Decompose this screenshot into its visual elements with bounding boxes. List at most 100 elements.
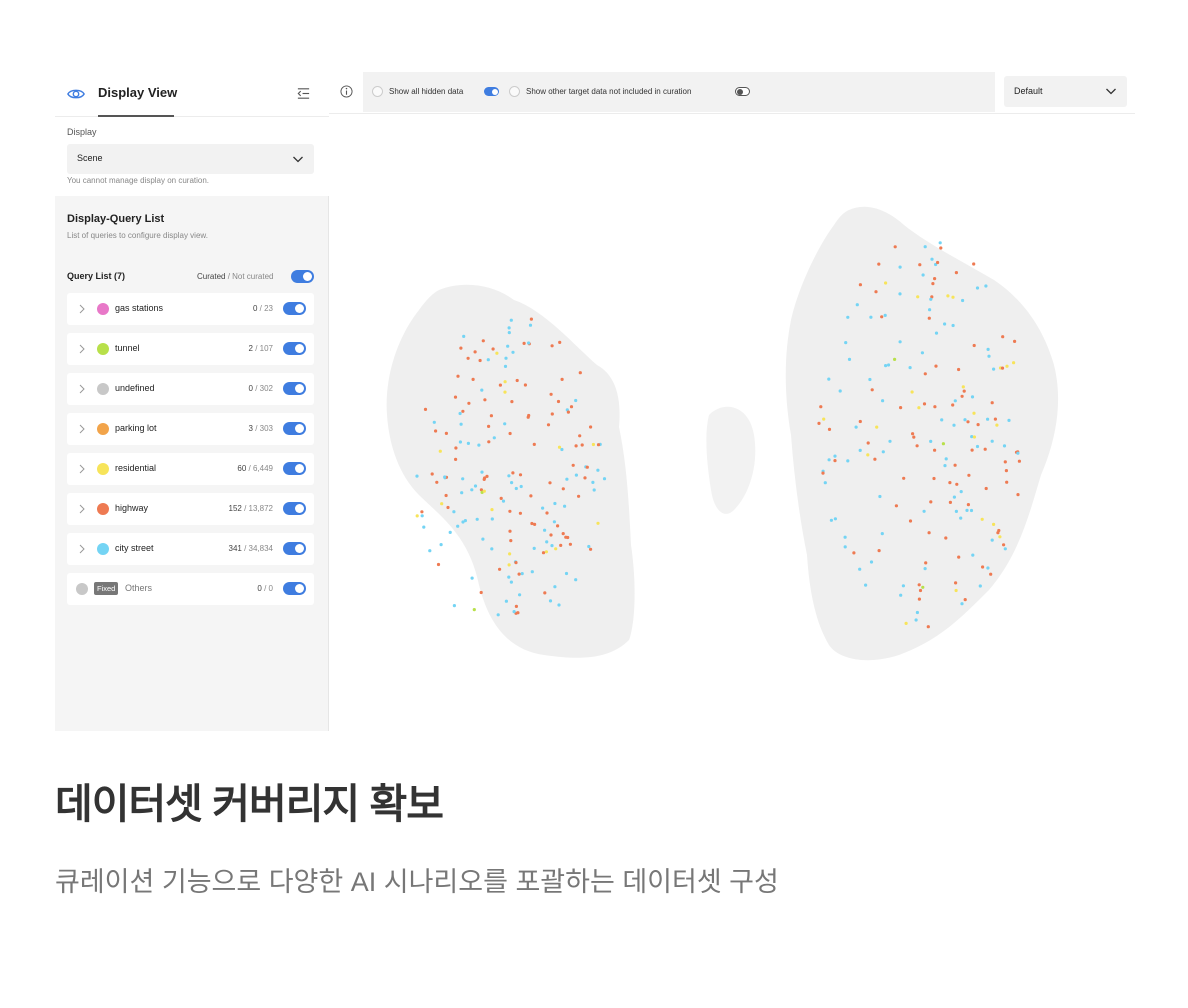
embedding-point[interactable]	[941, 442, 946, 446]
embedding-point[interactable]	[459, 346, 463, 350]
embedding-point[interactable]	[984, 486, 988, 491]
embedding-point[interactable]	[503, 390, 507, 394]
embedding-point[interactable]	[954, 588, 958, 593]
embedding-point[interactable]	[922, 509, 926, 513]
embedding-point[interactable]	[984, 284, 988, 288]
embedding-scatter-map[interactable]	[329, 115, 1135, 731]
embedding-point[interactable]	[446, 505, 450, 510]
embedding-point[interactable]	[933, 277, 937, 281]
embedding-point[interactable]	[901, 584, 906, 588]
embedding-point[interactable]	[936, 260, 940, 265]
embedding-point[interactable]	[944, 457, 948, 461]
embedding-point[interactable]	[523, 383, 527, 387]
embedding-point[interactable]	[499, 496, 503, 500]
embedding-point[interactable]	[916, 295, 920, 299]
embedding-point[interactable]	[415, 474, 419, 478]
embedding-point[interactable]	[504, 599, 508, 603]
embedding-point[interactable]	[957, 367, 961, 372]
embedding-point[interactable]	[510, 481, 514, 485]
embedding-point[interactable]	[515, 378, 519, 383]
embedding-point[interactable]	[1007, 418, 1011, 422]
embedding-point[interactable]	[961, 298, 965, 303]
embedding-point[interactable]	[980, 517, 984, 521]
embedding-point[interactable]	[507, 575, 511, 579]
embedding-point[interactable]	[864, 583, 868, 587]
embedding-point[interactable]	[520, 572, 524, 576]
embedding-point[interactable]	[558, 340, 562, 344]
embedding-point[interactable]	[496, 613, 500, 617]
embedding-point[interactable]	[448, 530, 452, 534]
embedding-point[interactable]	[528, 323, 533, 327]
show-hidden-toggle[interactable]	[484, 87, 499, 96]
embedding-point[interactable]	[927, 316, 931, 320]
embedding-point[interactable]	[972, 262, 976, 266]
embedding-point[interactable]	[844, 341, 848, 345]
embedding-point[interactable]	[574, 578, 578, 582]
embedding-point[interactable]	[507, 326, 511, 330]
embedding-point[interactable]	[480, 470, 484, 474]
embedding-point[interactable]	[1001, 335, 1005, 339]
embedding-point[interactable]	[585, 465, 589, 469]
embedding-point[interactable]	[975, 444, 980, 449]
embedding-point[interactable]	[858, 448, 862, 452]
embedding-point[interactable]	[456, 524, 460, 528]
embedding-point[interactable]	[858, 283, 863, 287]
embedding-point[interactable]	[549, 392, 553, 396]
embedding-point[interactable]	[510, 400, 514, 404]
embedding-point[interactable]	[550, 544, 554, 548]
embedding-point[interactable]	[1000, 366, 1005, 370]
embedding-point[interactable]	[578, 371, 582, 375]
embedding-point[interactable]	[473, 484, 478, 488]
embedding-point[interactable]	[972, 343, 976, 348]
embedding-point[interactable]	[957, 555, 961, 559]
embedding-point[interactable]	[518, 593, 522, 597]
embedding-point[interactable]	[557, 603, 561, 607]
embedding-point[interactable]	[498, 383, 502, 387]
embedding-point[interactable]	[870, 388, 874, 392]
others-visibility-toggle[interactable]	[283, 582, 306, 595]
embedding-point[interactable]	[918, 588, 923, 593]
query-visibility-toggle[interactable]	[283, 542, 306, 555]
embedding-point[interactable]	[846, 315, 850, 319]
embedding-point[interactable]	[970, 395, 975, 399]
embedding-point[interactable]	[1002, 543, 1006, 547]
embedding-point[interactable]	[963, 418, 967, 422]
embedding-point[interactable]	[993, 417, 998, 421]
embedding-point[interactable]	[560, 447, 564, 452]
embedding-point[interactable]	[596, 521, 600, 525]
embedding-point[interactable]	[530, 521, 534, 526]
embedding-point[interactable]	[833, 517, 837, 521]
embedding-point[interactable]	[591, 480, 595, 484]
embedding-point[interactable]	[514, 604, 518, 608]
embedding-point[interactable]	[491, 347, 495, 351]
chevron-right-icon[interactable]	[78, 384, 86, 394]
embedding-point[interactable]	[553, 501, 557, 506]
embedding-point[interactable]	[934, 364, 938, 368]
embedding-point[interactable]	[561, 487, 565, 491]
embedding-point[interactable]	[556, 399, 561, 404]
embedding-point[interactable]	[564, 535, 568, 539]
query-row-highway[interactable]: highway 152 / 13,872	[67, 493, 314, 525]
curated-toggle[interactable]	[291, 270, 314, 283]
embedding-point[interactable]	[489, 414, 493, 418]
embedding-point[interactable]	[934, 331, 939, 335]
embedding-point[interactable]	[462, 334, 466, 338]
embedding-point[interactable]	[846, 459, 850, 463]
embedding-point[interactable]	[869, 560, 874, 564]
embedding-point[interactable]	[908, 366, 912, 370]
show-hidden-radio[interactable]	[372, 86, 383, 97]
embedding-point[interactable]	[571, 463, 575, 467]
embedding-point[interactable]	[452, 510, 456, 514]
embedding-point[interactable]	[1005, 364, 1009, 368]
embedding-point[interactable]	[883, 313, 887, 317]
embedding-point[interactable]	[983, 447, 987, 451]
embedding-point[interactable]	[929, 439, 933, 443]
embedding-point[interactable]	[1005, 480, 1009, 484]
embedding-point[interactable]	[507, 563, 511, 567]
embedding-point[interactable]	[596, 443, 601, 447]
embedding-point[interactable]	[923, 245, 927, 249]
embedding-point[interactable]	[866, 453, 870, 457]
embedding-point[interactable]	[580, 443, 584, 447]
embedding-point[interactable]	[428, 549, 432, 553]
embedding-point[interactable]	[986, 347, 990, 351]
